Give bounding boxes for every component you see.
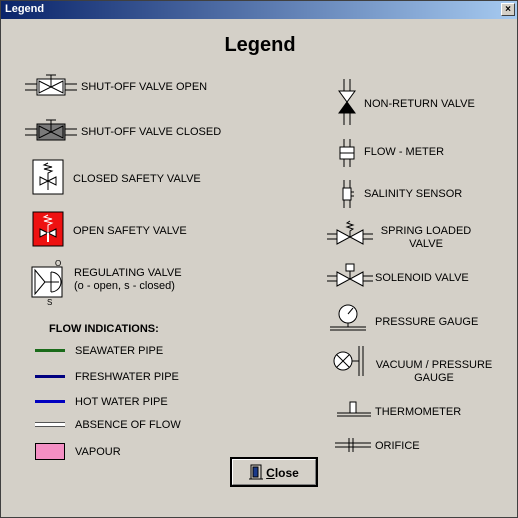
- vapour-label: VAPOUR: [75, 446, 121, 458]
- window-title: Legend: [5, 3, 45, 15]
- close-button[interactable]: Close: [230, 457, 318, 487]
- spring-loaded-valve-sub: VALVE: [409, 238, 443, 250]
- orifice-icon: [335, 438, 371, 452]
- vacuum-pressure-gauge-label: VACUUM / PRESSURE: [375, 359, 493, 371]
- hotwater-label: HOT WATER PIPE: [75, 396, 168, 408]
- spring-loaded-valve-icon: [327, 220, 373, 245]
- non-return-valve-label: NON-RETURN VALVE: [364, 98, 475, 110]
- regulating-valve-sub: (o - open, s - closed): [74, 280, 175, 292]
- vapour-swatch: [35, 443, 65, 460]
- safety-valve-open-icon: [32, 211, 64, 247]
- flow-meter-label: FLOW - METER: [364, 146, 445, 158]
- salinity-sensor-label: SALINITY SENSOR: [364, 188, 463, 200]
- non-return-valve-icon: [338, 79, 356, 125]
- freshwater-label: FRESHWATER PIPE: [75, 371, 179, 383]
- absence-of-flow-swatch: [35, 422, 65, 427]
- safety-valve-closed-icon: [32, 159, 64, 195]
- gate-valve-open-label: SHUT-OFF VALVE OPEN: [81, 81, 208, 93]
- vacuum-pressure-gauge-sub: GAUGE: [414, 372, 454, 384]
- page-title: Legend: [224, 34, 296, 56]
- door-icon: [249, 464, 264, 480]
- legend-window: Legend × Legend SHUT-OFF VALVE OPEN SHUT…: [0, 0, 518, 518]
- salinity-sensor-icon: [342, 180, 354, 208]
- solenoid-valve-label: SOLENOID VALVE: [375, 272, 469, 284]
- thermometer-icon: [337, 401, 371, 417]
- flow-meter-icon: [339, 139, 355, 167]
- vacuum-pressure-gauge-icon: [333, 346, 364, 376]
- safety-valve-closed-label: CLOSED SAFETY VALVE: [73, 173, 201, 185]
- gate-valve-closed-icon: [25, 119, 77, 141]
- orifice-label: ORIFICE: [375, 440, 420, 452]
- regulating-valve-icon: O S: [31, 259, 63, 306]
- flow-indications-title: FLOW INDICATIONS:: [49, 323, 159, 335]
- freshwater-swatch: [35, 375, 65, 378]
- gate-valve-closed-label: SHUT-OFF VALVE CLOSED: [81, 126, 222, 138]
- seawater-swatch: [35, 349, 65, 352]
- hotwater-swatch: [35, 400, 65, 403]
- close-accel: C: [266, 466, 275, 480]
- solenoid-valve-icon: [327, 263, 373, 287]
- seawater-label: SEAWATER PIPE: [75, 345, 164, 357]
- pressure-gauge-icon: [330, 304, 366, 331]
- thermometer-label: THERMOMETER: [375, 406, 462, 418]
- regulating-closed-mark: S: [47, 298, 52, 306]
- title-bar: Legend ×: [1, 1, 517, 19]
- safety-valve-open-label: OPEN SAFETY VALVE: [73, 225, 187, 237]
- spring-loaded-valve-label: SPRING LOADED: [380, 225, 472, 237]
- close-label: lose: [274, 466, 299, 480]
- pressure-gauge-label: PRESSURE GAUGE: [375, 316, 479, 328]
- gate-valve-open-icon: [25, 74, 77, 96]
- regulating-valve-label: REGULATING VALVE: [74, 267, 182, 279]
- close-icon[interactable]: ×: [501, 3, 515, 16]
- regulating-open-mark: O: [55, 259, 61, 268]
- absence-of-flow-label: ABSENCE OF FLOW: [75, 419, 181, 431]
- close-button-face[interactable]: Close: [232, 459, 316, 485]
